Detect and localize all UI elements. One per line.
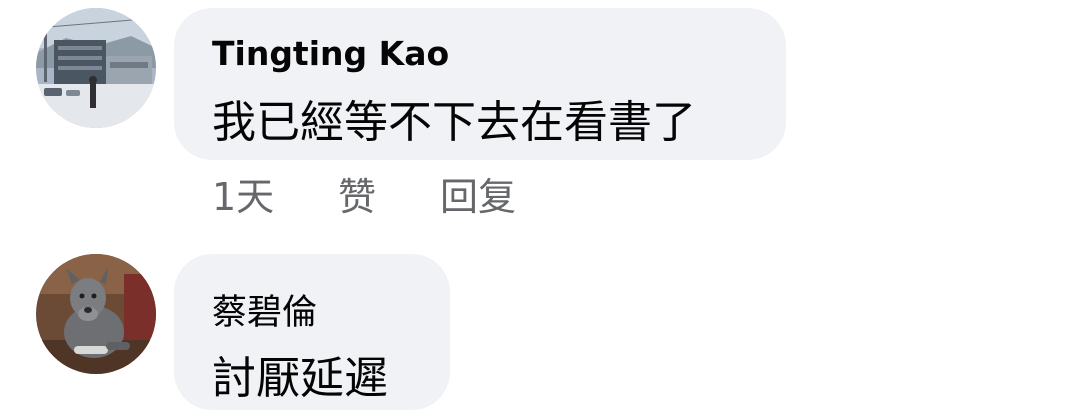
avatar-photo-dog-icon [36, 254, 156, 374]
comment-author[interactable]: 蔡碧倫 [212, 284, 317, 335]
author-avatar[interactable] [36, 254, 156, 374]
comment-bubble: 蔡碧倫 討厭延遲 [174, 254, 450, 410]
comment-text: 討厭延遲 [212, 353, 388, 404]
comment-item: 蔡碧倫 討厭延遲 [0, 0, 1079, 415]
